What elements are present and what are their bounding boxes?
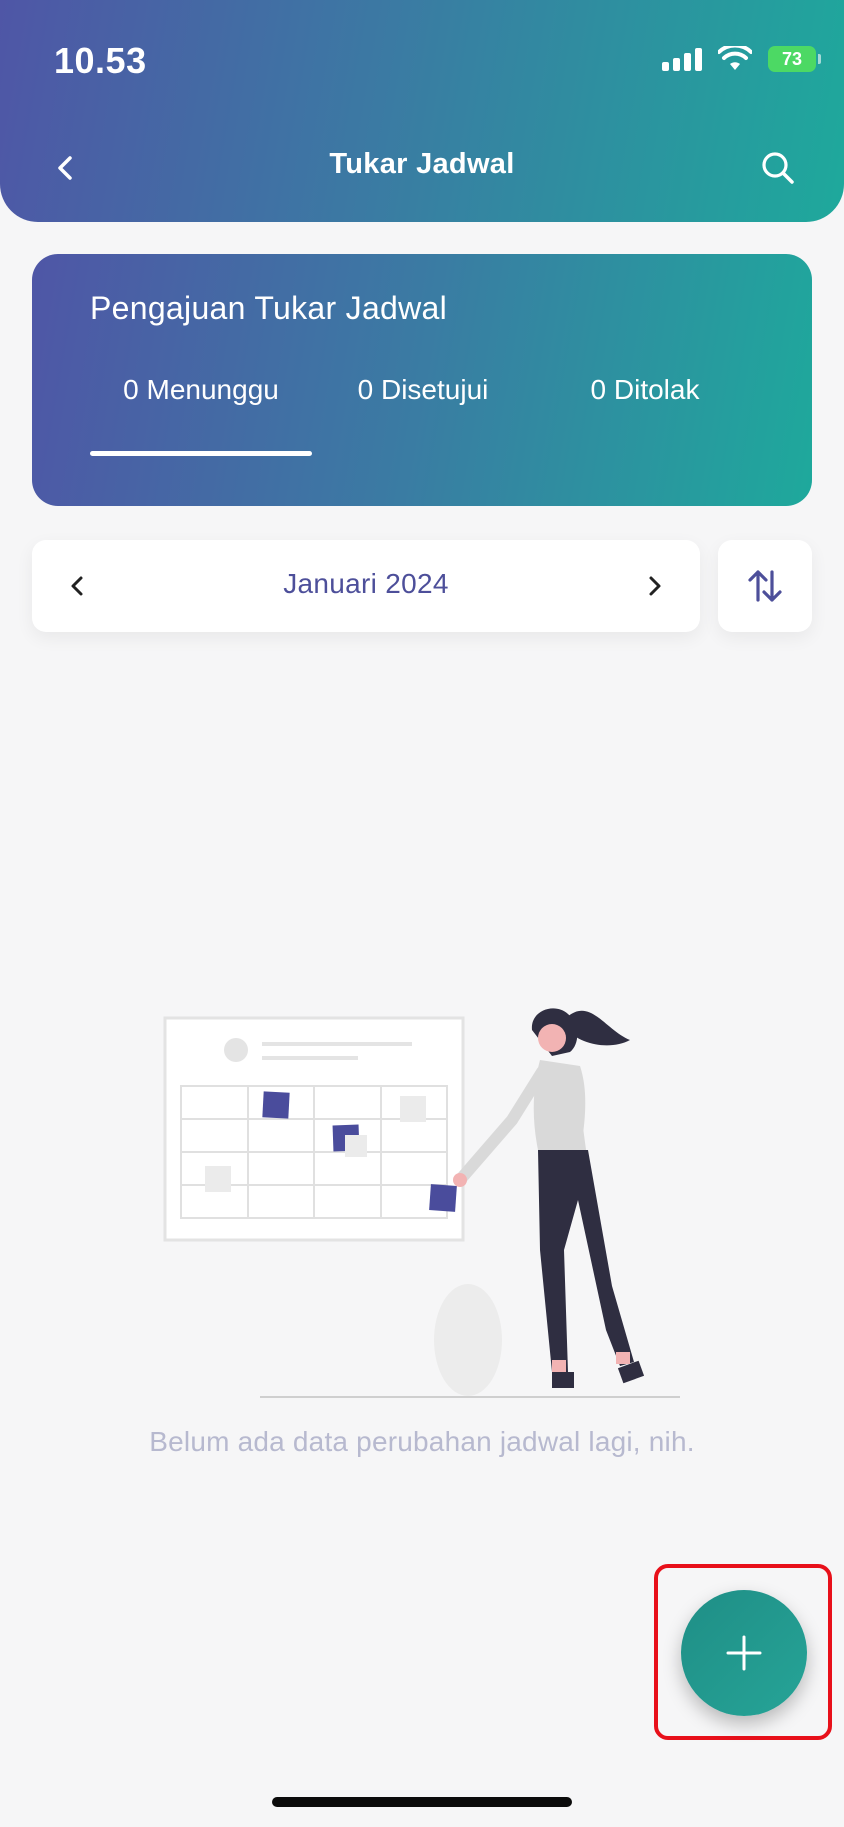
summary-tabs: 0 Menunggu 0 Disetujui 0 Ditolak <box>90 374 772 434</box>
plus-icon <box>726 1635 762 1671</box>
battery-level: 73 <box>781 48 803 69</box>
summary-title: Pengajuan Tukar Jadwal <box>90 290 448 326</box>
next-month-button[interactable] <box>636 568 672 604</box>
sort-arrows-icon <box>748 570 782 602</box>
status-indicators: 73 <box>662 46 821 72</box>
month-label[interactable]: Januari 2024 <box>32 568 700 600</box>
battery-icon: 73 <box>768 46 821 72</box>
tab-ditolak[interactable]: 0 Ditolak <box>534 374 756 406</box>
app-header: 10.53 73 Tukar Jadwal <box>0 0 844 222</box>
search-icon <box>762 152 794 184</box>
status-time: 10.53 <box>54 40 147 81</box>
tab-disetujui[interactable]: 0 Disetujui <box>312 374 534 406</box>
page-title: Tukar Jadwal <box>329 148 515 180</box>
month-selector: Januari 2024 <box>32 540 700 632</box>
add-request-button[interactable] <box>681 1590 807 1716</box>
summary-card: Pengajuan Tukar Jadwal 0 Menunggu 0 Dise… <box>32 254 812 506</box>
chevron-right-icon <box>649 576 661 596</box>
wifi-icon <box>718 46 752 72</box>
empty-state-illustration <box>160 1000 690 1410</box>
signal-icon <box>662 47 702 71</box>
search-button[interactable] <box>758 148 798 188</box>
active-tab-indicator <box>90 451 312 456</box>
sort-button[interactable] <box>718 540 812 632</box>
tab-menunggu[interactable]: 0 Menunggu <box>90 374 312 406</box>
calendar-woman-illustration <box>163 1008 680 1398</box>
home-indicator <box>272 1797 572 1807</box>
empty-state-message: Belum ada data perubahan jadwal lagi, ni… <box>149 1426 695 1457</box>
